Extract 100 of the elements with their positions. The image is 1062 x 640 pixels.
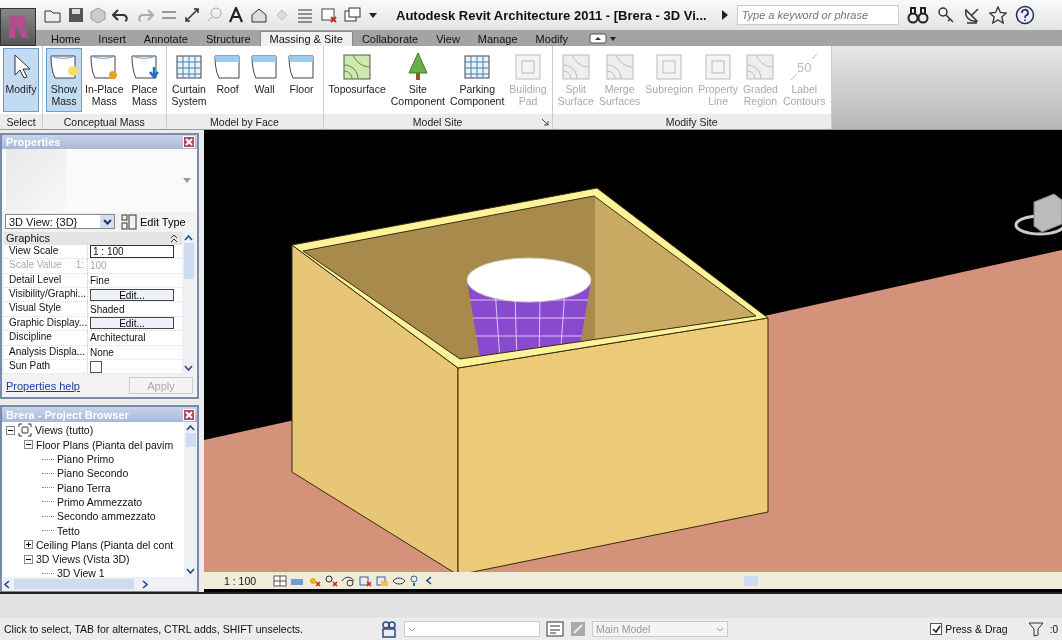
ribbon-tool-button[interactable]: Roof [209, 47, 246, 112]
shadows-icon[interactable] [324, 574, 339, 587]
chevron-down-icon [408, 626, 416, 632]
property-name: Analysis Displa... [9, 345, 86, 359]
open-folder-icon[interactable] [44, 7, 62, 23]
house-icon[interactable] [250, 7, 268, 23]
property-value-field[interactable]: 1 : 100 [90, 245, 174, 258]
edit-type-icon [121, 213, 137, 230]
application-menu-button[interactable] [0, 8, 36, 46]
binoculars-icon[interactable] [906, 6, 929, 24]
lightbulb-icon[interactable] [409, 574, 420, 587]
dialog-launcher-icon[interactable] [541, 119, 549, 127]
properties-help-link[interactable]: Properties help [6, 379, 80, 392]
worksets-icon[interactable] [380, 620, 398, 639]
render-icon[interactable] [341, 574, 356, 587]
checkbox[interactable] [90, 360, 102, 373]
editing-requests-icon[interactable] [546, 621, 564, 638]
tree-item[interactable]: Secondo ammezzato [57, 510, 156, 523]
tree-item[interactable]: 3D Views (Vista 3D) [36, 553, 130, 566]
close-icon [185, 138, 193, 147]
tree-item[interactable]: Primo Ammezzato [57, 495, 143, 508]
help-icon[interactable] [1014, 5, 1035, 25]
search-field[interactable]: Type a keyword or phrase [736, 5, 899, 25]
ribbon-tab[interactable]: Home [42, 31, 90, 46]
tree-item[interactable]: 3D View 1 [57, 567, 105, 578]
tree-item[interactable]: Views (tutto) [35, 424, 94, 437]
edit-button[interactable]: Edit... [90, 288, 174, 301]
scroll-thumb[interactable] [744, 575, 759, 586]
minimize-ribbon-icon[interactable] [589, 31, 617, 44]
undo-icon[interactable] [112, 7, 130, 23]
tree-item[interactable]: Piano Terra [57, 481, 111, 494]
property-name: Scale Value [9, 259, 62, 273]
satellite-dish-icon[interactable] [962, 6, 981, 24]
ribbon-tool-button[interactable]: Modify [3, 47, 39, 112]
ribbon-tool-button[interactable]: Place Mass [126, 47, 163, 112]
temporary-hide-icon[interactable] [392, 574, 407, 587]
status-message: Click to select, TAB for alternates, CTRL adds, SHIFT unselects. [4, 623, 304, 636]
horizontal-scrollbar[interactable] [2, 577, 197, 592]
collapse-icon[interactable] [170, 233, 178, 243]
vertical-scrollbar[interactable] [182, 231, 195, 375]
ribbon-tool-button[interactable]: In-Place Mass [83, 47, 126, 112]
text-icon[interactable] [228, 7, 244, 23]
property-name: Detail Level [9, 273, 62, 287]
view-cube-icon[interactable] [1014, 193, 1062, 236]
tree-item[interactable]: Piano Secondo [57, 467, 129, 480]
selection-count: :0 [1049, 623, 1058, 635]
star-icon[interactable] [988, 6, 1007, 24]
ribbon-tab[interactable]: Insert [89, 31, 135, 46]
scroll-thumb[interactable] [183, 242, 194, 279]
close-hidden-windows-icon[interactable] [320, 7, 338, 23]
expand-icon[interactable] [24, 540, 33, 550]
property-name: Graphic Display... [9, 316, 88, 330]
dimension-icon[interactable] [184, 7, 200, 23]
ribbon-tab[interactable]: Collaborate [352, 31, 428, 46]
views-icon [18, 423, 32, 438]
ribbon-tool-button[interactable]: Parking Component [448, 47, 507, 112]
tree-item[interactable]: Tetto [57, 524, 80, 537]
vertical-scrollbar[interactable] [184, 422, 197, 578]
scroll-thumb[interactable] [14, 579, 134, 590]
ribbon-tool-button[interactable]: Site Component [388, 47, 448, 112]
press-drag-checkbox[interactable]: Press & Drag [930, 623, 1008, 636]
close-button[interactable] [183, 136, 195, 149]
property-name: Discipline [9, 331, 52, 345]
edit-type-button[interactable]: Edit Type [121, 213, 186, 230]
panel-title: Conceptual Mass [63, 115, 145, 128]
ribbon-tool-button[interactable]: Wall [246, 47, 283, 112]
type-preview-image [6, 149, 66, 212]
collapse-icon[interactable] [6, 425, 15, 435]
checkmark-icon [931, 624, 941, 634]
ribbon-tab[interactable]: Modify [526, 31, 577, 46]
edit-button[interactable]: Edit... [90, 317, 174, 330]
ribbon-tab[interactable]: Annotate [134, 31, 197, 46]
ribbon-tool-button[interactable]: Curtain System [169, 47, 209, 112]
list-icon[interactable] [296, 7, 314, 23]
palette-title: Brera - Project Browser [6, 408, 129, 421]
view-scale-label[interactable]: 1 : 100 [224, 574, 257, 587]
save-icon[interactable] [68, 7, 84, 23]
tree-item[interactable]: Floor Plans (Pianta del pavim [36, 438, 174, 451]
ribbon-tab[interactable]: Massing & Site [259, 30, 353, 46]
collapse-icon[interactable] [24, 440, 33, 450]
filter-icon[interactable] [1027, 621, 1044, 638]
detail-level-icon[interactable] [273, 574, 288, 587]
switch-windows-icon[interactable] [344, 7, 362, 23]
ribbon-tab[interactable]: Structure [196, 31, 260, 46]
ribbon-tool-button[interactable]: Toposurface [326, 47, 388, 112]
panel-title: Select [6, 115, 36, 128]
close-button[interactable] [183, 408, 195, 421]
ribbon-tool-button[interactable]: Show Mass [46, 47, 82, 112]
tree-item[interactable]: Ceiling Plans (Pianta del cont [36, 538, 174, 551]
type-selector-dropdown[interactable]: 3D View: {3D} [5, 214, 115, 230]
ribbon-tab[interactable]: View [427, 31, 469, 46]
collapse-icon[interactable] [24, 554, 33, 564]
expand-arrow-icon[interactable] [720, 10, 729, 20]
3d-viewport[interactable]: 1 : 100 [204, 130, 1062, 593]
scroll-thumb[interactable] [185, 433, 196, 448]
crop-icon[interactable] [358, 574, 373, 587]
tree-item[interactable]: Piano Primo [57, 453, 115, 466]
key-icon[interactable] [936, 6, 955, 24]
ribbon-tool-button[interactable]: Floor [283, 47, 320, 112]
ribbon-tab[interactable]: Manage [468, 31, 527, 46]
